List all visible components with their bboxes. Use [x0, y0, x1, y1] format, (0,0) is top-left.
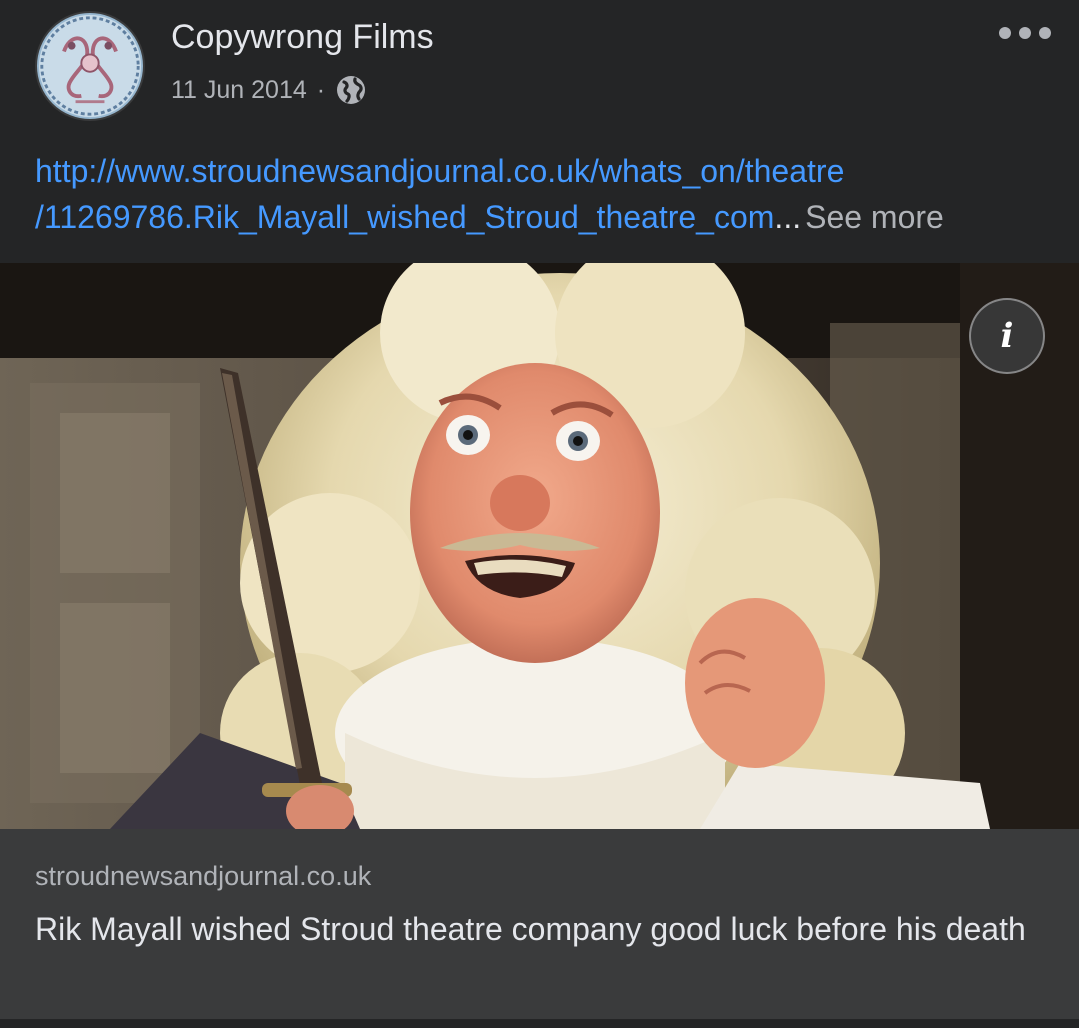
- see-more-link[interactable]: See more: [805, 199, 944, 235]
- post-meta: 11 Jun 2014 ·: [171, 74, 367, 106]
- info-button[interactable]: i: [969, 298, 1045, 374]
- post-link-line-2[interactable]: /11269786.Rik_Mayall_wished_Stroud_theat…: [35, 199, 801, 235]
- link-title[interactable]: Rik Mayall wished Stroud theatre company…: [35, 907, 1035, 952]
- avatar-artwork-icon: [38, 14, 142, 118]
- dot: [1019, 27, 1031, 39]
- page-name[interactable]: Copywrong Films: [171, 18, 434, 57]
- dot: [999, 27, 1011, 39]
- post-card: Copywrong Films 11 Jun 2014 · http://www…: [0, 0, 1079, 1028]
- post-link-line-2-text[interactable]: /11269786.Rik_Mayall_wished_Stroud_theat…: [35, 199, 774, 235]
- link-preview-footer[interactable]: stroudnewsandjournal.co.uk Rik Mayall wi…: [0, 829, 1079, 1019]
- post-link-line-1[interactable]: http://www.stroudnewsandjournal.co.uk/wh…: [35, 148, 1055, 194]
- post-text: http://www.stroudnewsandjournal.co.uk/wh…: [35, 148, 1055, 240]
- link-domain: stroudnewsandjournal.co.uk: [35, 861, 372, 891]
- theatre-photo: [0, 263, 1079, 829]
- more-options-icon[interactable]: [999, 24, 1051, 42]
- globe-icon[interactable]: [335, 74, 367, 106]
- info-icon: i: [1000, 316, 1014, 356]
- truncation-ellipsis: ...: [774, 199, 802, 235]
- link-preview-image[interactable]: [0, 263, 1079, 829]
- meta-separator: ·: [316, 75, 326, 104]
- page-avatar[interactable]: [35, 11, 145, 121]
- post-date[interactable]: 11 Jun 2014: [171, 76, 307, 105]
- dot: [1039, 27, 1051, 39]
